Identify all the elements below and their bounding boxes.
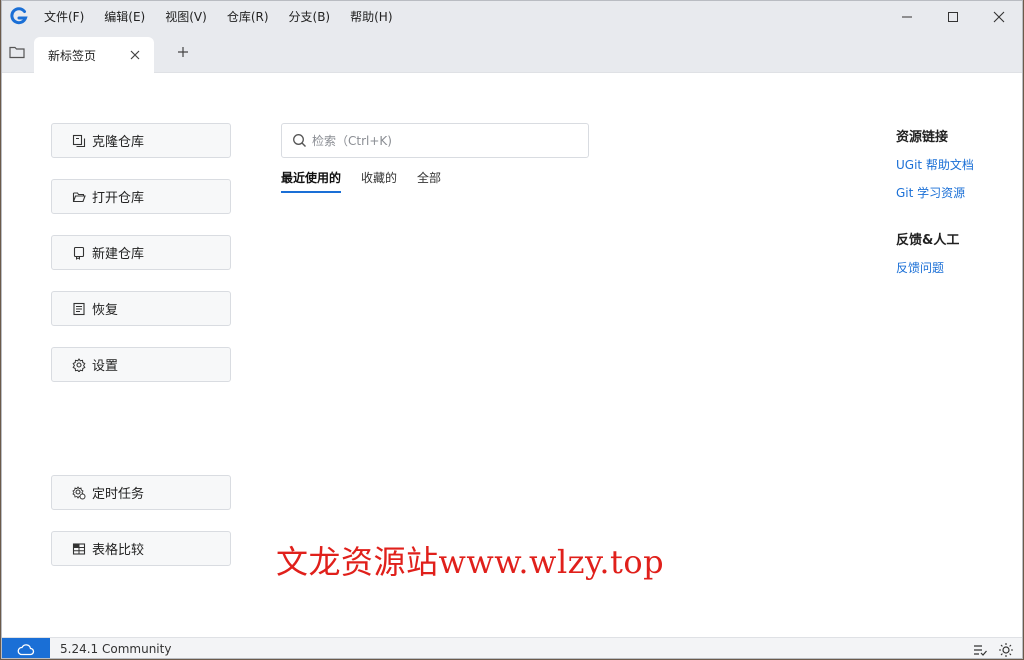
maximize-icon	[948, 12, 958, 22]
sun-icon[interactable]	[998, 642, 1014, 658]
resources-heading: 资源链接	[896, 130, 949, 145]
search-box	[281, 123, 589, 158]
clone-repo-label: 克隆仓库	[92, 135, 145, 150]
tab-favorites[interactable]: 收藏的	[361, 169, 397, 193]
menu-edit[interactable]: 编辑(E)	[94, 1, 155, 33]
tab-recent[interactable]: 最近使用的	[281, 169, 342, 193]
settings-button[interactable]: 设置	[51, 347, 231, 382]
open-repo-label: 打开仓库	[92, 191, 145, 206]
menu-branch[interactable]: 分支(B)	[279, 1, 341, 33]
close-icon	[993, 11, 1005, 23]
plus-icon[interactable]	[176, 45, 190, 59]
table-compare-button[interactable]: 表格比较	[51, 531, 231, 566]
status-bar: 5.24.1 Community	[2, 637, 1022, 658]
scheduled-task-button[interactable]: 定时任务	[51, 475, 231, 510]
minimize-icon	[902, 16, 912, 18]
restore-icon	[73, 302, 85, 315]
repo-filter-tabs: 最近使用的 收藏的 全部	[281, 169, 461, 193]
app-logo-icon	[10, 7, 28, 25]
folder-open-icon	[72, 191, 86, 202]
close-window-button[interactable]	[976, 1, 1022, 33]
tab-label: 新标签页	[48, 49, 97, 63]
link-git-learning[interactable]: Git 学习资源	[896, 184, 965, 201]
maximize-button[interactable]	[930, 1, 976, 33]
new-repo-button[interactable]: 新建仓库	[51, 235, 231, 270]
cloud-button[interactable]	[2, 638, 50, 658]
new-repo-label: 新建仓库	[92, 247, 145, 262]
table-compare-label: 表格比较	[92, 543, 145, 558]
watermark-text: 文龙资源站www.wlzy.top	[276, 543, 665, 581]
tab-new[interactable]: 新标签页	[34, 37, 154, 73]
folder-icon[interactable]	[8, 43, 26, 61]
tab-all[interactable]: 全部	[417, 169, 441, 193]
search-icon	[293, 134, 306, 147]
menu-file[interactable]: 文件(F)	[34, 1, 94, 33]
feedback-heading: 反馈&人工	[896, 233, 960, 248]
clone-repo-button[interactable]: 克隆仓库	[51, 123, 231, 158]
table-icon	[72, 542, 86, 555]
cloud-icon	[17, 643, 35, 655]
gear-icon	[72, 357, 86, 372]
menu-repository[interactable]: 仓库(R)	[217, 1, 279, 33]
menu-help[interactable]: 帮助(H)	[340, 1, 402, 33]
open-repo-button[interactable]: 打开仓库	[51, 179, 231, 214]
settings-label: 设置	[92, 359, 119, 374]
close-icon[interactable]	[128, 48, 142, 62]
app-window: 文件(F) 编辑(E) 视图(V) 仓库(R) 分支(B) 帮助(H) 新标签页	[1, 0, 1023, 659]
minimize-button[interactable]	[884, 1, 930, 33]
scheduled-task-label: 定时任务	[92, 487, 145, 502]
task-icon	[72, 485, 86, 499]
restore-label: 恢复	[92, 303, 119, 318]
list-check-icon[interactable]	[972, 642, 988, 658]
link-ugit-help[interactable]: UGit 帮助文档	[896, 156, 974, 173]
repo-icon	[73, 246, 85, 260]
title-bar: 文件(F) 编辑(E) 视图(V) 仓库(R) 分支(B) 帮助(H)	[2, 1, 1022, 33]
tab-bar: 新标签页	[2, 33, 1022, 73]
menu-view[interactable]: 视图(V)	[155, 1, 217, 33]
menu-bar: 文件(F) 编辑(E) 视图(V) 仓库(R) 分支(B) 帮助(H)	[34, 1, 403, 33]
clone-icon	[72, 134, 86, 147]
version-label: 5.24.1 Community	[60, 642, 172, 656]
restore-button[interactable]: 恢复	[51, 291, 231, 326]
link-feedback[interactable]: 反馈问题	[896, 259, 944, 276]
search-input[interactable]	[312, 131, 582, 151]
